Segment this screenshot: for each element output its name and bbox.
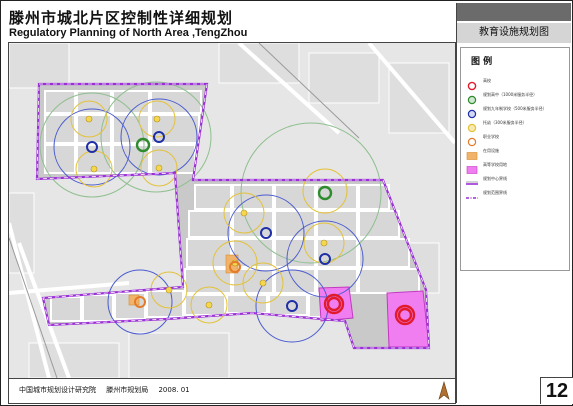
map-sheet: 滕州市城北片区控制性详细规划 Regulatory Planning of No… <box>0 0 573 406</box>
legend-label: 规划中心界线 <box>483 176 507 181</box>
orange-circle-icon <box>465 132 479 147</box>
legend-label: 高等学校用地 <box>483 162 507 167</box>
orange-fill-icon <box>465 146 479 160</box>
footer-institute: 中国城市规划设计研究院 <box>19 386 96 394</box>
map-canvas[interactable] <box>8 42 456 379</box>
legend-item-nine-year-school: 规划九年制学校（500米服务半径） <box>465 102 567 119</box>
footer-date: 2008. 01 <box>158 386 190 394</box>
footer-bar: 中国城市规划设计研究院 滕州市规划局 2008. 01 <box>8 379 456 404</box>
magenta-fill-icon <box>465 160 479 174</box>
footer-bureau: 滕州市规划局 <box>106 386 149 394</box>
north-arrow-icon <box>438 381 450 400</box>
green-circle-icon <box>465 90 479 105</box>
legend-label: 职业学校 <box>483 134 499 139</box>
legend-label: 规划高中（1000米服务半径） <box>483 92 538 97</box>
legend-item-vocational: 职业学校 <box>465 130 567 147</box>
legend-label: 在用设施 <box>483 148 499 153</box>
legend-item-university: 高校 <box>465 74 567 91</box>
red-ring-icon <box>465 76 479 91</box>
yellow-circle-icon <box>465 118 479 133</box>
legend-rows: 高校 规划高中（1000米服务半径） 规划九年制学校（500米服务半径） 托幼（… <box>465 74 567 200</box>
dashdot-line-icon <box>465 188 479 199</box>
legend-label: 高校 <box>483 78 491 83</box>
legend-title: 图 例 <box>471 57 493 67</box>
page-number: 12 <box>545 380 569 402</box>
legend-label: 托幼（300米服务半径） <box>483 120 527 125</box>
legend-label: 规划范围界线 <box>483 190 507 195</box>
page-number-box: 12 <box>540 377 573 404</box>
legend-item-kindergarten: 托幼（300米服务半径） <box>465 116 567 133</box>
central-blocks <box>184 184 420 294</box>
legend-item-center-line: 规划中心界线 <box>465 172 567 186</box>
map-title-cn: 滕州市城北片区控制性详细规划 <box>9 9 234 27</box>
legend-item-university-land: 高等学校用地 <box>465 158 567 174</box>
legend-label: 规划九年制学校（500米服务半径） <box>483 106 547 111</box>
footer-credits: 中国城市规划设计研究院 滕州市规划局 2008. 01 <box>19 385 198 395</box>
legend: 图 例 高校 规划高中（1000米服务半径） 规划九年制学校（500米服务半径）… <box>460 47 570 271</box>
legend-item-high-school: 规划高中（1000米服务半径） <box>465 88 567 105</box>
map-title-en: Regulatory Planning of North Area ,TengZ… <box>9 27 248 39</box>
legend-item-boundary-line: 规划范围界线 <box>465 186 567 200</box>
panel-header-band <box>457 3 571 21</box>
planning-map-svg <box>9 43 455 378</box>
panel-title: 教育设施规划图 <box>457 23 571 43</box>
purple-line-icon <box>465 174 479 185</box>
legend-item-existing: 在用设施 <box>465 144 567 160</box>
side-panel: 教育设施规划图 图 例 高校 规划高中（1000米服务半径） 规划九年制学校（5… <box>456 3 571 403</box>
blue-circle-icon <box>465 104 479 119</box>
